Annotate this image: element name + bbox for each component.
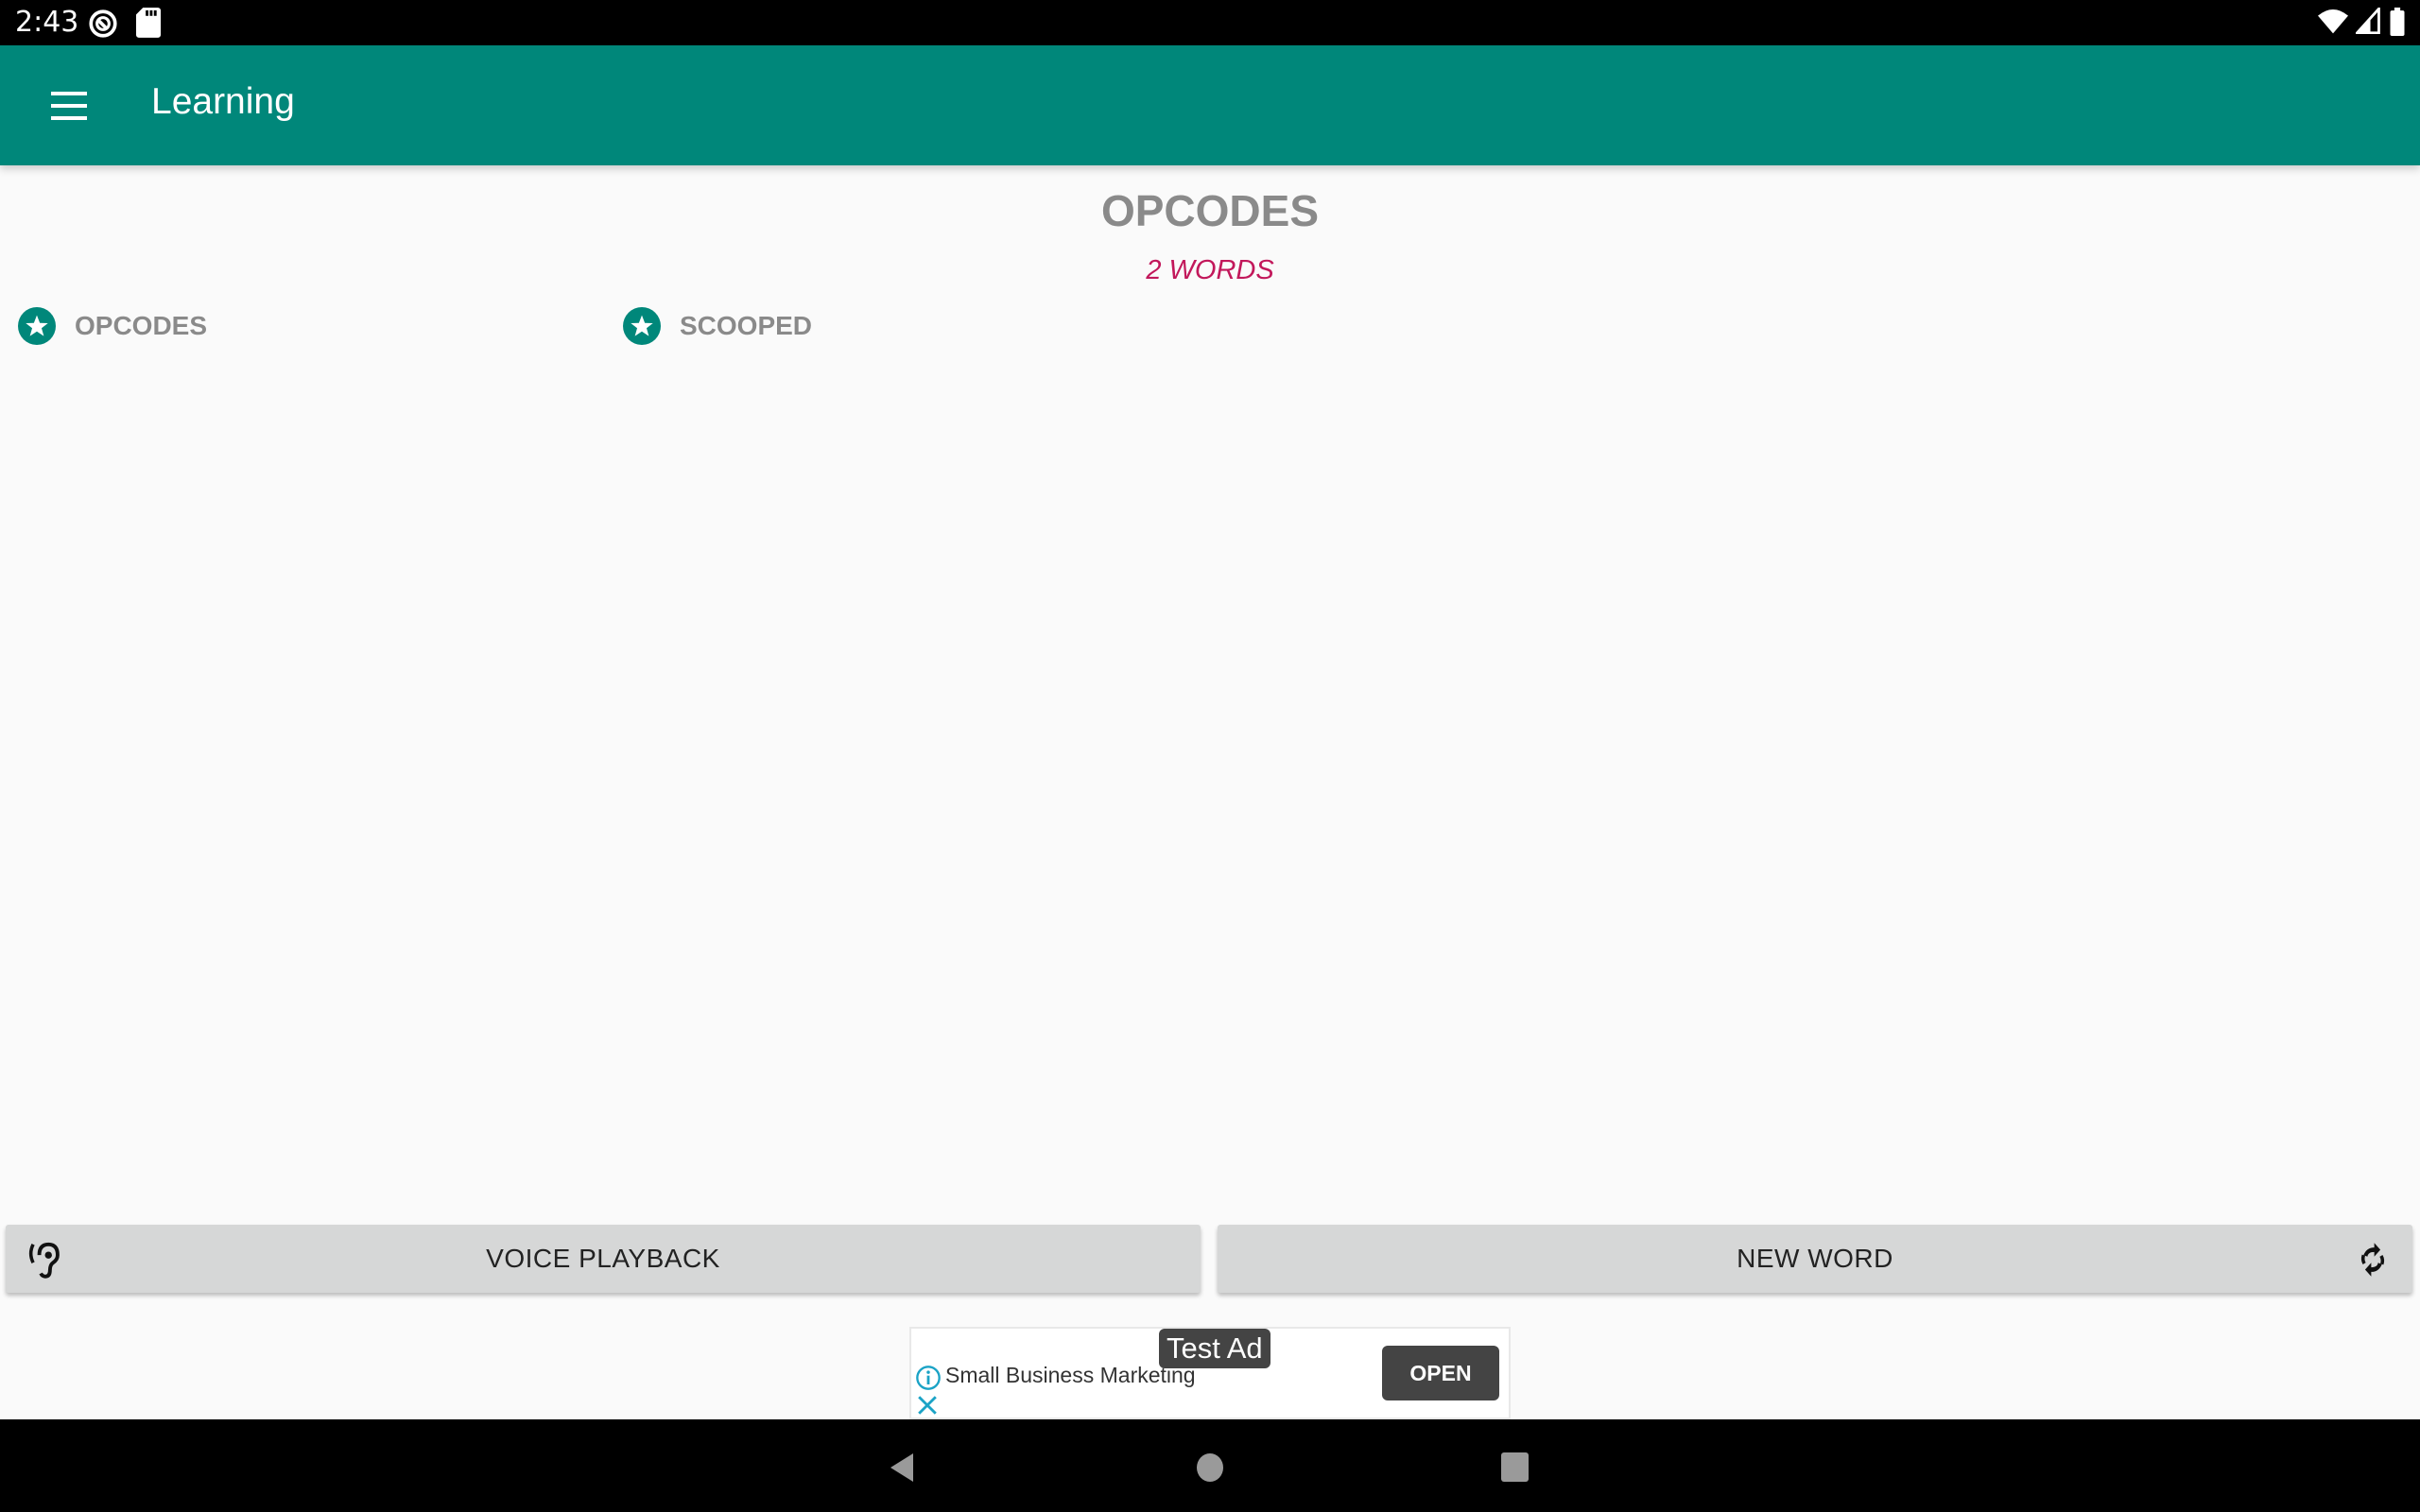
hamburger-menu-icon[interactable] [51,92,87,120]
word-label: OPCODES [75,311,208,340]
status-time: 2:43 [15,6,79,39]
word-item[interactable]: SCOOPED [623,307,812,345]
page-title: OPCODES [1100,186,1320,235]
back-icon[interactable] [887,1452,915,1488]
cell-signal-icon [2354,5,2380,39]
recents-icon[interactable] [1501,1452,1530,1488]
voice-playback-button[interactable]: VOICE PLAYBACK [6,1225,1201,1293]
data-saver-icon [87,8,119,44]
word-label: SCOOPED [680,311,813,340]
status-bar: 2:43 [0,0,2420,45]
app-toolbar: Learning [0,45,2420,165]
ad-open-button[interactable]: OPEN [1382,1346,1499,1400]
word-count: 2 WORDS [1146,255,1274,285]
test-ad-tag: Test Ad [1159,1329,1270,1368]
word-item[interactable]: OPCODES [18,307,207,345]
voice-playback-label: VOICE PLAYBACK [486,1244,720,1273]
system-nav-bar [0,1419,2420,1512]
sd-card-icon [136,8,161,43]
refresh-icon [2354,1240,2392,1284]
star-badge-icon [623,307,661,345]
ad-headline: Small Business Marketing [945,1363,1196,1387]
home-icon[interactable] [1195,1452,1225,1488]
star-badge-icon [18,307,56,345]
ad-banner[interactable]: Small Business Marketing Test Ad OPEN [909,1327,1511,1419]
battery-icon [2390,8,2405,41]
toolbar-title: Learning [151,81,295,122]
info-icon[interactable] [915,1365,942,1396]
new-word-label: NEW WORD [1737,1244,1893,1273]
wifi-icon [2318,8,2348,39]
ear-icon [26,1240,64,1284]
close-icon[interactable] [917,1395,938,1420]
new-word-button[interactable]: NEW WORD [1218,1225,2412,1293]
